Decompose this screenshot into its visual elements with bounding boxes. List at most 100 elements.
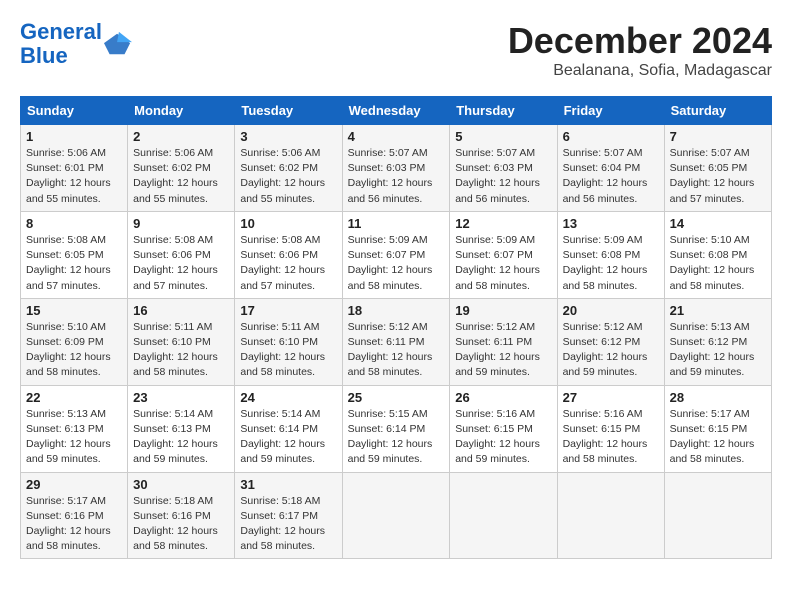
calendar-cell: 1Sunrise: 5:06 AMSunset: 6:01 PMDaylight… xyxy=(21,125,128,212)
calendar-cell: 29 Sunrise: 5:17 AMSunset: 6:16 PMDayligh… xyxy=(21,472,128,559)
day-number: 28 xyxy=(670,390,766,405)
day-detail: Sunrise: 5:11 AMSunset: 6:10 PMDaylight:… xyxy=(240,321,325,379)
day-number: 1 xyxy=(26,129,122,144)
calendar-cell: 27 Sunrise: 5:16 AMSunset: 6:15 PMDayligh… xyxy=(557,385,664,472)
title-block: December 2024 Bealanana, Sofia, Madagasc… xyxy=(508,20,772,80)
day-detail: Sunrise: 5:07 AMSunset: 6:03 PMDaylight:… xyxy=(455,147,540,205)
weekday-header-tuesday: Tuesday xyxy=(235,97,342,125)
day-detail: Sunrise: 5:11 AMSunset: 6:10 PMDaylight:… xyxy=(133,321,218,379)
day-detail: Sunrise: 5:14 AMSunset: 6:13 PMDaylight:… xyxy=(133,408,218,466)
day-detail: Sunrise: 5:08 AMSunset: 6:05 PMDaylight:… xyxy=(26,234,111,292)
calendar-week-3: 15Sunrise: 5:10 AMSunset: 6:09 PMDayligh… xyxy=(21,298,772,385)
calendar-cell: 22 Sunrise: 5:13 AMSunset: 6:13 PMDayligh… xyxy=(21,385,128,472)
day-number: 11 xyxy=(348,216,445,231)
day-number: 12 xyxy=(455,216,551,231)
calendar-cell: 16 Sunrise: 5:11 AMSunset: 6:10 PMDayligh… xyxy=(128,298,235,385)
day-detail: Sunrise: 5:14 AMSunset: 6:14 PMDaylight:… xyxy=(240,408,325,466)
calendar-week-4: 22 Sunrise: 5:13 AMSunset: 6:13 PMDayligh… xyxy=(21,385,772,472)
day-detail: Sunrise: 5:09 AMSunset: 6:08 PMDaylight:… xyxy=(563,234,648,292)
day-number: 25 xyxy=(348,390,445,405)
calendar-cell: 14Sunrise: 5:10 AMSunset: 6:08 PMDayligh… xyxy=(664,211,771,298)
day-detail: Sunrise: 5:06 AMSunset: 6:02 PMDaylight:… xyxy=(133,147,218,205)
calendar-cell: 31 Sunrise: 5:18 AMSunset: 6:17 PMDayligh… xyxy=(235,472,342,559)
day-number: 3 xyxy=(240,129,336,144)
calendar-cell: 24 Sunrise: 5:14 AMSunset: 6:14 PMDayligh… xyxy=(235,385,342,472)
day-number: 16 xyxy=(133,303,229,318)
day-number: 5 xyxy=(455,129,551,144)
calendar-cell: 13 Sunrise: 5:09 AMSunset: 6:08 PMDayligh… xyxy=(557,211,664,298)
calendar-body: 1Sunrise: 5:06 AMSunset: 6:01 PMDaylight… xyxy=(21,125,772,559)
day-detail: Sunrise: 5:13 AMSunset: 6:12 PMDaylight:… xyxy=(670,321,755,379)
calendar-cell: 28 Sunrise: 5:17 AMSunset: 6:15 PMDayligh… xyxy=(664,385,771,472)
logo-text: GeneralBlue xyxy=(20,20,102,68)
page-header: GeneralBlue December 2024 Bealanana, Sof… xyxy=(20,20,772,80)
logo: GeneralBlue xyxy=(20,20,132,68)
calendar-cell: 21 Sunrise: 5:13 AMSunset: 6:12 PMDayligh… xyxy=(664,298,771,385)
day-detail: Sunrise: 5:07 AMSunset: 6:05 PMDaylight:… xyxy=(670,147,755,205)
day-detail: Sunrise: 5:13 AMSunset: 6:13 PMDaylight:… xyxy=(26,408,111,466)
day-number: 6 xyxy=(563,129,659,144)
calendar-cell: 15Sunrise: 5:10 AMSunset: 6:09 PMDayligh… xyxy=(21,298,128,385)
calendar-cell: 11 Sunrise: 5:09 AMSunset: 6:07 PMDayligh… xyxy=(342,211,450,298)
calendar-cell: 3 Sunrise: 5:06 AMSunset: 6:02 PMDaylight… xyxy=(235,125,342,212)
day-detail: Sunrise: 5:16 AMSunset: 6:15 PMDaylight:… xyxy=(563,408,648,466)
calendar-table: SundayMondayTuesdayWednesdayThursdayFrid… xyxy=(20,96,772,559)
day-detail: Sunrise: 5:17 AMSunset: 6:16 PMDaylight:… xyxy=(26,495,111,553)
day-number: 30 xyxy=(133,477,229,492)
day-number: 8 xyxy=(26,216,122,231)
day-detail: Sunrise: 5:08 AMSunset: 6:06 PMDaylight:… xyxy=(133,234,218,292)
day-number: 9 xyxy=(133,216,229,231)
day-detail: Sunrise: 5:12 AMSunset: 6:11 PMDaylight:… xyxy=(455,321,540,379)
day-number: 22 xyxy=(26,390,122,405)
weekday-header-friday: Friday xyxy=(557,97,664,125)
calendar-cell xyxy=(450,472,557,559)
day-number: 21 xyxy=(670,303,766,318)
calendar-cell: 10Sunrise: 5:08 AMSunset: 6:06 PMDayligh… xyxy=(235,211,342,298)
day-detail: Sunrise: 5:09 AMSunset: 6:07 PMDaylight:… xyxy=(348,234,433,292)
calendar-cell xyxy=(664,472,771,559)
weekday-header-thursday: Thursday xyxy=(450,97,557,125)
day-number: 7 xyxy=(670,129,766,144)
day-number: 29 xyxy=(26,477,122,492)
day-number: 23 xyxy=(133,390,229,405)
day-detail: Sunrise: 5:18 AMSunset: 6:17 PMDaylight:… xyxy=(240,495,325,553)
calendar-cell xyxy=(342,472,450,559)
calendar-cell: 30 Sunrise: 5:18 AMSunset: 6:16 PMDayligh… xyxy=(128,472,235,559)
weekday-header-saturday: Saturday xyxy=(664,97,771,125)
day-detail: Sunrise: 5:15 AMSunset: 6:14 PMDaylight:… xyxy=(348,408,433,466)
day-number: 18 xyxy=(348,303,445,318)
day-detail: Sunrise: 5:12 AMSunset: 6:12 PMDaylight:… xyxy=(563,321,648,379)
weekday-header-sunday: Sunday xyxy=(21,97,128,125)
day-detail: Sunrise: 5:10 AMSunset: 6:08 PMDaylight:… xyxy=(670,234,755,292)
day-detail: Sunrise: 5:12 AMSunset: 6:11 PMDaylight:… xyxy=(348,321,433,379)
day-detail: Sunrise: 5:18 AMSunset: 6:16 PMDaylight:… xyxy=(133,495,218,553)
month-title: December 2024 xyxy=(508,20,772,62)
day-number: 13 xyxy=(563,216,659,231)
calendar-cell: 9 Sunrise: 5:08 AMSunset: 6:06 PMDaylight… xyxy=(128,211,235,298)
day-number: 4 xyxy=(348,129,445,144)
day-detail: Sunrise: 5:17 AMSunset: 6:15 PMDaylight:… xyxy=(670,408,755,466)
day-detail: Sunrise: 5:06 AMSunset: 6:02 PMDaylight:… xyxy=(240,147,325,205)
weekday-header-monday: Monday xyxy=(128,97,235,125)
day-number: 27 xyxy=(563,390,659,405)
day-number: 20 xyxy=(563,303,659,318)
day-number: 31 xyxy=(240,477,336,492)
day-number: 17 xyxy=(240,303,336,318)
calendar-week-2: 8 Sunrise: 5:08 AMSunset: 6:05 PMDaylight… xyxy=(21,211,772,298)
calendar-cell: 18 Sunrise: 5:12 AMSunset: 6:11 PMDayligh… xyxy=(342,298,450,385)
calendar-cell: 25 Sunrise: 5:15 AMSunset: 6:14 PMDayligh… xyxy=(342,385,450,472)
location: Bealanana, Sofia, Madagascar xyxy=(508,62,772,80)
calendar-header-row: SundayMondayTuesdayWednesdayThursdayFrid… xyxy=(21,97,772,125)
calendar-cell: 4Sunrise: 5:07 AMSunset: 6:03 PMDaylight… xyxy=(342,125,450,212)
day-detail: Sunrise: 5:07 AMSunset: 6:04 PMDaylight:… xyxy=(563,147,648,205)
calendar-week-1: 1Sunrise: 5:06 AMSunset: 6:01 PMDaylight… xyxy=(21,125,772,212)
calendar-cell xyxy=(557,472,664,559)
calendar-cell: 2Sunrise: 5:06 AMSunset: 6:02 PMDaylight… xyxy=(128,125,235,212)
calendar-cell: 26Sunrise: 5:16 AMSunset: 6:15 PMDayligh… xyxy=(450,385,557,472)
day-number: 24 xyxy=(240,390,336,405)
calendar-cell: 23 Sunrise: 5:14 AMSunset: 6:13 PMDayligh… xyxy=(128,385,235,472)
calendar-cell: 19Sunrise: 5:12 AMSunset: 6:11 PMDayligh… xyxy=(450,298,557,385)
calendar-cell: 20 Sunrise: 5:12 AMSunset: 6:12 PMDayligh… xyxy=(557,298,664,385)
calendar-week-5: 29 Sunrise: 5:17 AMSunset: 6:16 PMDayligh… xyxy=(21,472,772,559)
day-detail: Sunrise: 5:09 AMSunset: 6:07 PMDaylight:… xyxy=(455,234,540,292)
